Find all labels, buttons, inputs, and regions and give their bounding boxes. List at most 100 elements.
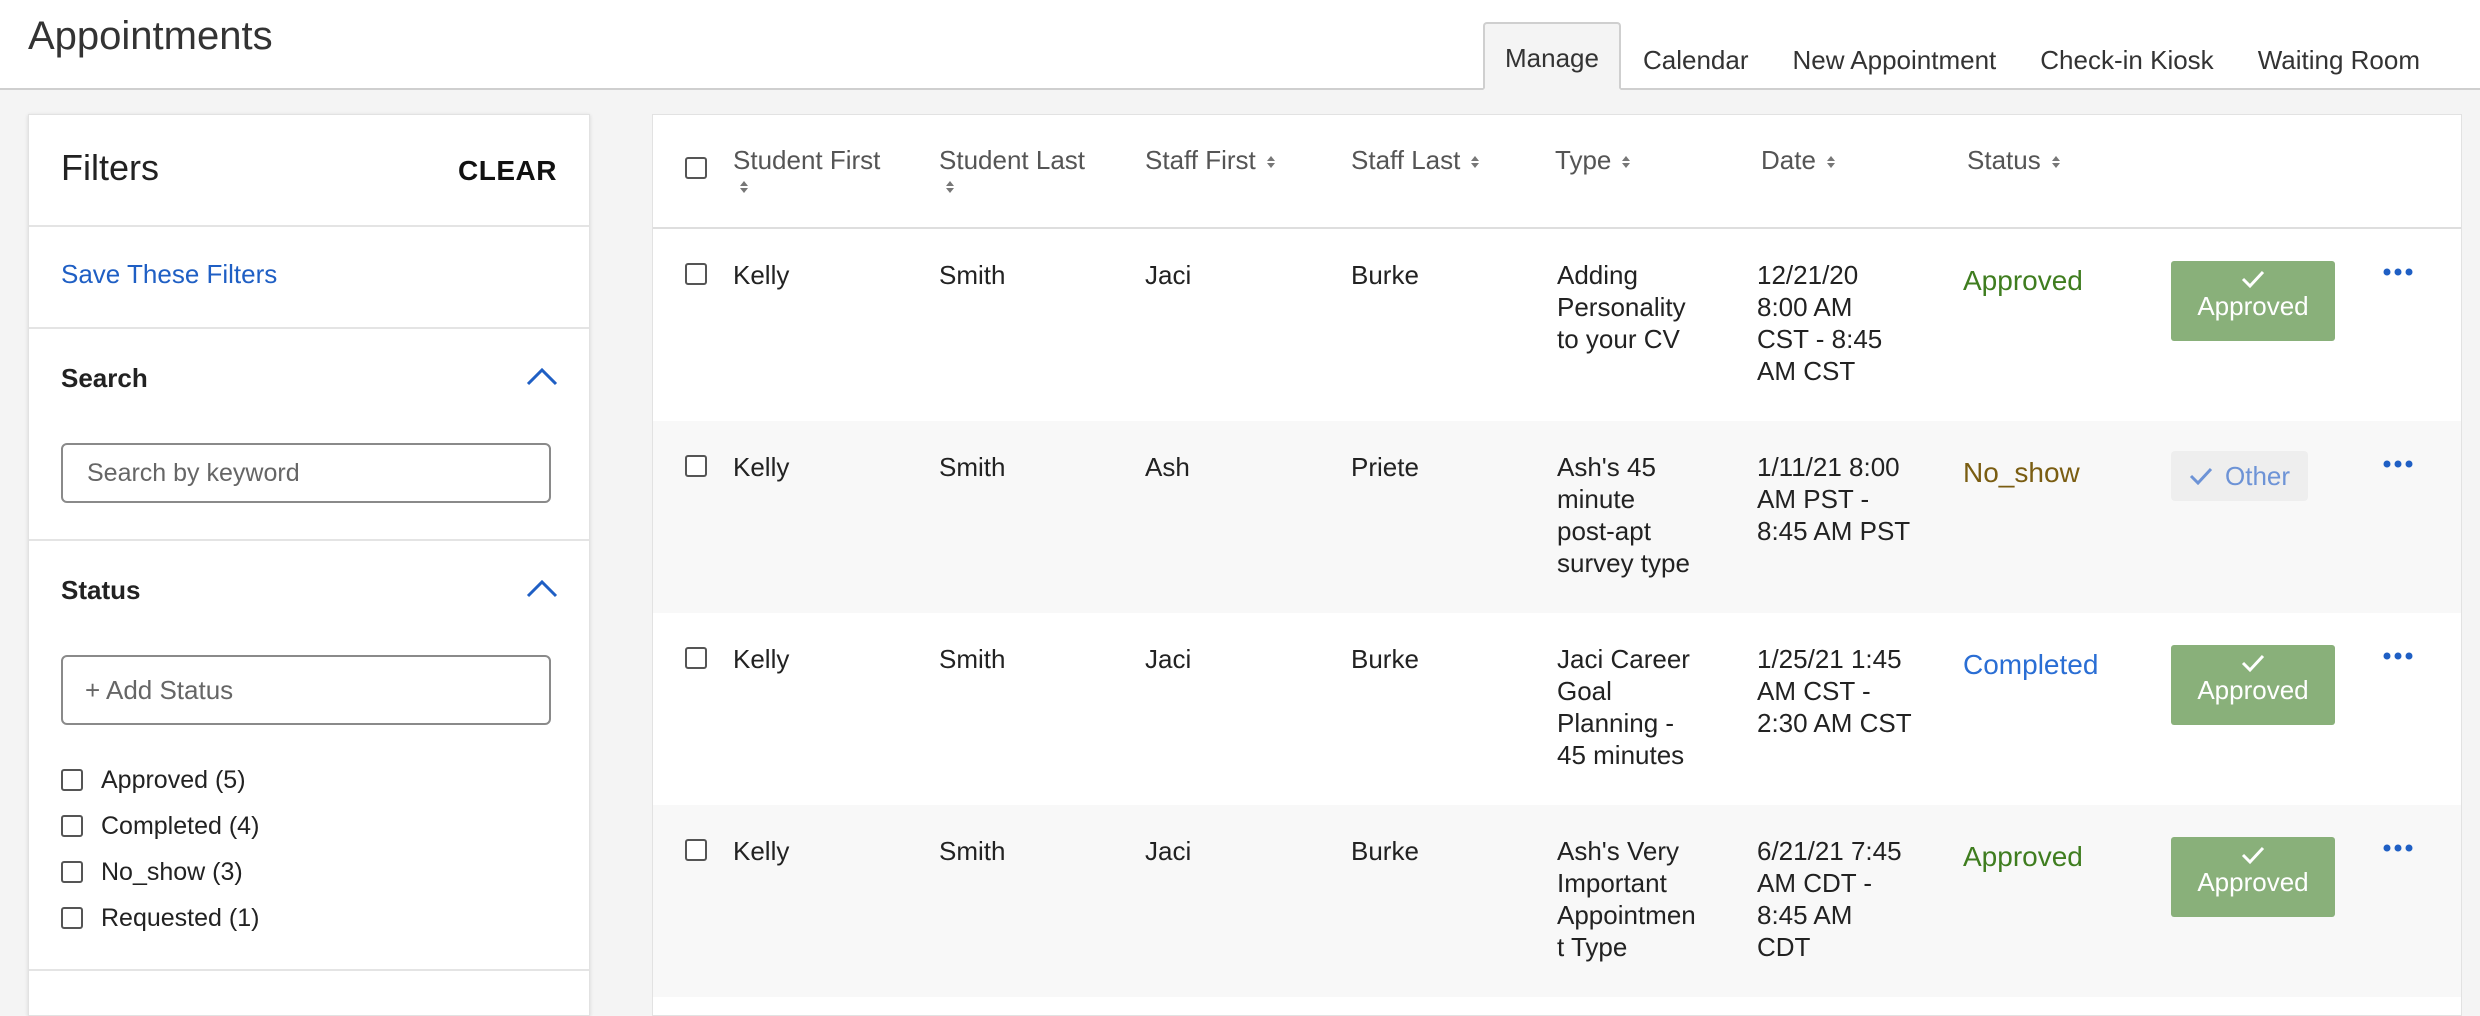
tab-manage[interactable]: Manage [1483, 22, 1621, 90]
search-section: Search [29, 329, 589, 541]
status-section: Status + Add Status Approved (5) Complet… [29, 541, 589, 971]
status-option-approved: Approved (5) [61, 757, 259, 803]
staff-first-cell: Jaci [1145, 644, 1192, 674]
staff-first-cell: Jaci [1145, 836, 1192, 866]
status-checkbox-completed[interactable] [61, 815, 83, 837]
column-header-student-last[interactable]: Student Last [939, 145, 1129, 195]
student-first-cell: Kelly [733, 260, 790, 290]
clear-filters-button[interactable]: CLEAR [458, 155, 557, 187]
column-header-staff-first[interactable]: Staff First [1145, 145, 1335, 175]
filters-panel: Filters CLEAR Save These Filters Search … [28, 114, 590, 1016]
status-option-label: No_show (3) [101, 857, 243, 886]
sort-icon[interactable] [1470, 154, 1480, 170]
check-icon [2241, 654, 2265, 673]
status-checkbox-approved[interactable] [61, 769, 83, 791]
staff-first-cell: Ash [1145, 452, 1190, 482]
more-options-icon[interactable] [2383, 265, 2413, 279]
staff-last-cell: Burke [1351, 260, 1419, 290]
status-text: No_show [1963, 457, 2080, 488]
status-section-title: Status [61, 575, 141, 605]
staff-last-cell: Burke [1351, 644, 1419, 674]
status-option-label: Approved (5) [101, 765, 246, 794]
check-icon [2241, 846, 2265, 865]
filters-title: Filters [61, 147, 159, 188]
status-option-requested: Requested (1) [61, 895, 259, 941]
status-option-label: Completed (4) [101, 811, 260, 840]
status-text: Approved [1963, 841, 2083, 872]
tab-bar: Manage Calendar New Appointment Check-in… [1483, 22, 2442, 90]
check-icon [2189, 467, 2213, 485]
column-header-student-first[interactable]: Student First [733, 145, 923, 195]
date-cell: 1/25/21 1:45 AM CST - 2:30 AM CST [1757, 644, 1912, 738]
sort-icon[interactable] [1621, 154, 1631, 170]
table-row: Kelly Smith Jaci Burke Adding Personalit… [653, 229, 2461, 421]
date-cell: 12/21/20 8:00 AM CST - 8:45 AM CST [1757, 260, 1883, 386]
more-options-icon[interactable] [2383, 841, 2413, 855]
staff-first-cell: Jaci [1145, 260, 1192, 290]
column-header-staff-last[interactable]: Staff Last [1351, 145, 1541, 175]
sort-icon[interactable] [1266, 154, 1276, 170]
status-option-completed: Completed (4) [61, 803, 259, 849]
status-option-label: Requested (1) [101, 903, 260, 932]
sort-icon[interactable] [739, 179, 749, 195]
row-checkbox[interactable] [685, 263, 707, 285]
staff-last-cell: Burke [1351, 836, 1419, 866]
table-row: Kelly Smith Jaci Burke Ash's Very Import… [653, 805, 2461, 997]
row-checkbox[interactable] [685, 839, 707, 861]
check-icon [2241, 270, 2265, 289]
approved-button[interactable]: Approved [2171, 645, 2335, 725]
date-cell: 1/11/21 8:00 AM PST - 8:45 AM PST [1757, 452, 1911, 546]
tab-waiting-room[interactable]: Waiting Room [2236, 30, 2442, 90]
student-last-cell: Smith [939, 836, 1006, 866]
top-bar: Appointments Manage Calendar New Appoint… [0, 0, 2480, 90]
status-options: Approved (5) Completed (4) No_show (3) R… [61, 757, 259, 941]
student-first-cell: Kelly [733, 836, 790, 866]
save-filters-link[interactable]: Save These Filters [61, 259, 277, 290]
more-options-icon[interactable] [2383, 649, 2413, 663]
column-header-type[interactable]: Type [1555, 145, 1745, 175]
status-checkbox-no-show[interactable] [61, 861, 83, 883]
tab-check-in-kiosk[interactable]: Check-in Kiosk [2018, 30, 2235, 90]
row-checkbox[interactable] [685, 455, 707, 477]
column-header-date[interactable]: Date [1761, 145, 1951, 175]
type-cell: Adding Personality to your CV [1557, 260, 1686, 354]
student-last-cell: Smith [939, 260, 1006, 290]
status-text: Completed [1963, 649, 2099, 680]
appointments-table: Student First Student Last Staff First S… [652, 114, 2462, 1016]
student-first-cell: Kelly [733, 644, 790, 674]
student-last-cell: Smith [939, 452, 1006, 482]
type-cell: Jaci Career Goal Planning - 45 minutes [1557, 644, 1690, 770]
row-checkbox[interactable] [685, 647, 707, 669]
chevron-up-icon[interactable] [525, 365, 559, 387]
staff-last-cell: Priete [1351, 452, 1419, 482]
tab-new-appointment[interactable]: New Appointment [1770, 30, 2018, 90]
status-text: Approved [1963, 265, 2083, 296]
page-title: Appointments [28, 14, 273, 58]
date-cell: 6/21/21 7:45 AM CDT - 8:45 AM CDT [1757, 836, 1902, 962]
approved-button[interactable]: Approved [2171, 261, 2335, 341]
table-row: Kelly Smith Ash Priete Ash's 45 minute p… [653, 421, 2461, 613]
other-button[interactable]: Other [2171, 451, 2309, 501]
save-filters-row: Save These Filters [29, 227, 589, 329]
chevron-up-icon[interactable] [525, 577, 559, 599]
approved-button[interactable]: Approved [2171, 837, 2335, 917]
select-all-checkbox[interactable] [685, 157, 707, 179]
type-cell: Ash's Very Important Appointmen t Type [1557, 836, 1696, 962]
search-section-title: Search [61, 363, 148, 393]
tab-calendar[interactable]: Calendar [1621, 30, 1771, 90]
status-checkbox-requested[interactable] [61, 907, 83, 929]
student-last-cell: Smith [939, 644, 1006, 674]
status-option-no-show: No_show (3) [61, 849, 259, 895]
student-first-cell: Kelly [733, 452, 790, 482]
more-options-icon[interactable] [2383, 457, 2413, 471]
table-row: Kelly Smith Jaci Burke Jaci Career Goal … [653, 613, 2461, 805]
filters-header: Filters CLEAR [29, 115, 589, 227]
sort-icon[interactable] [1826, 154, 1836, 170]
table-header: Student First Student Last Staff First S… [653, 115, 2461, 229]
column-header-status[interactable]: Status [1967, 145, 2157, 175]
search-input[interactable] [61, 443, 551, 503]
type-cell: Ash's 45 minute post-apt survey type [1557, 452, 1690, 578]
add-status-input[interactable]: + Add Status [61, 655, 551, 725]
sort-icon[interactable] [945, 179, 955, 195]
sort-icon[interactable] [2051, 154, 2061, 170]
